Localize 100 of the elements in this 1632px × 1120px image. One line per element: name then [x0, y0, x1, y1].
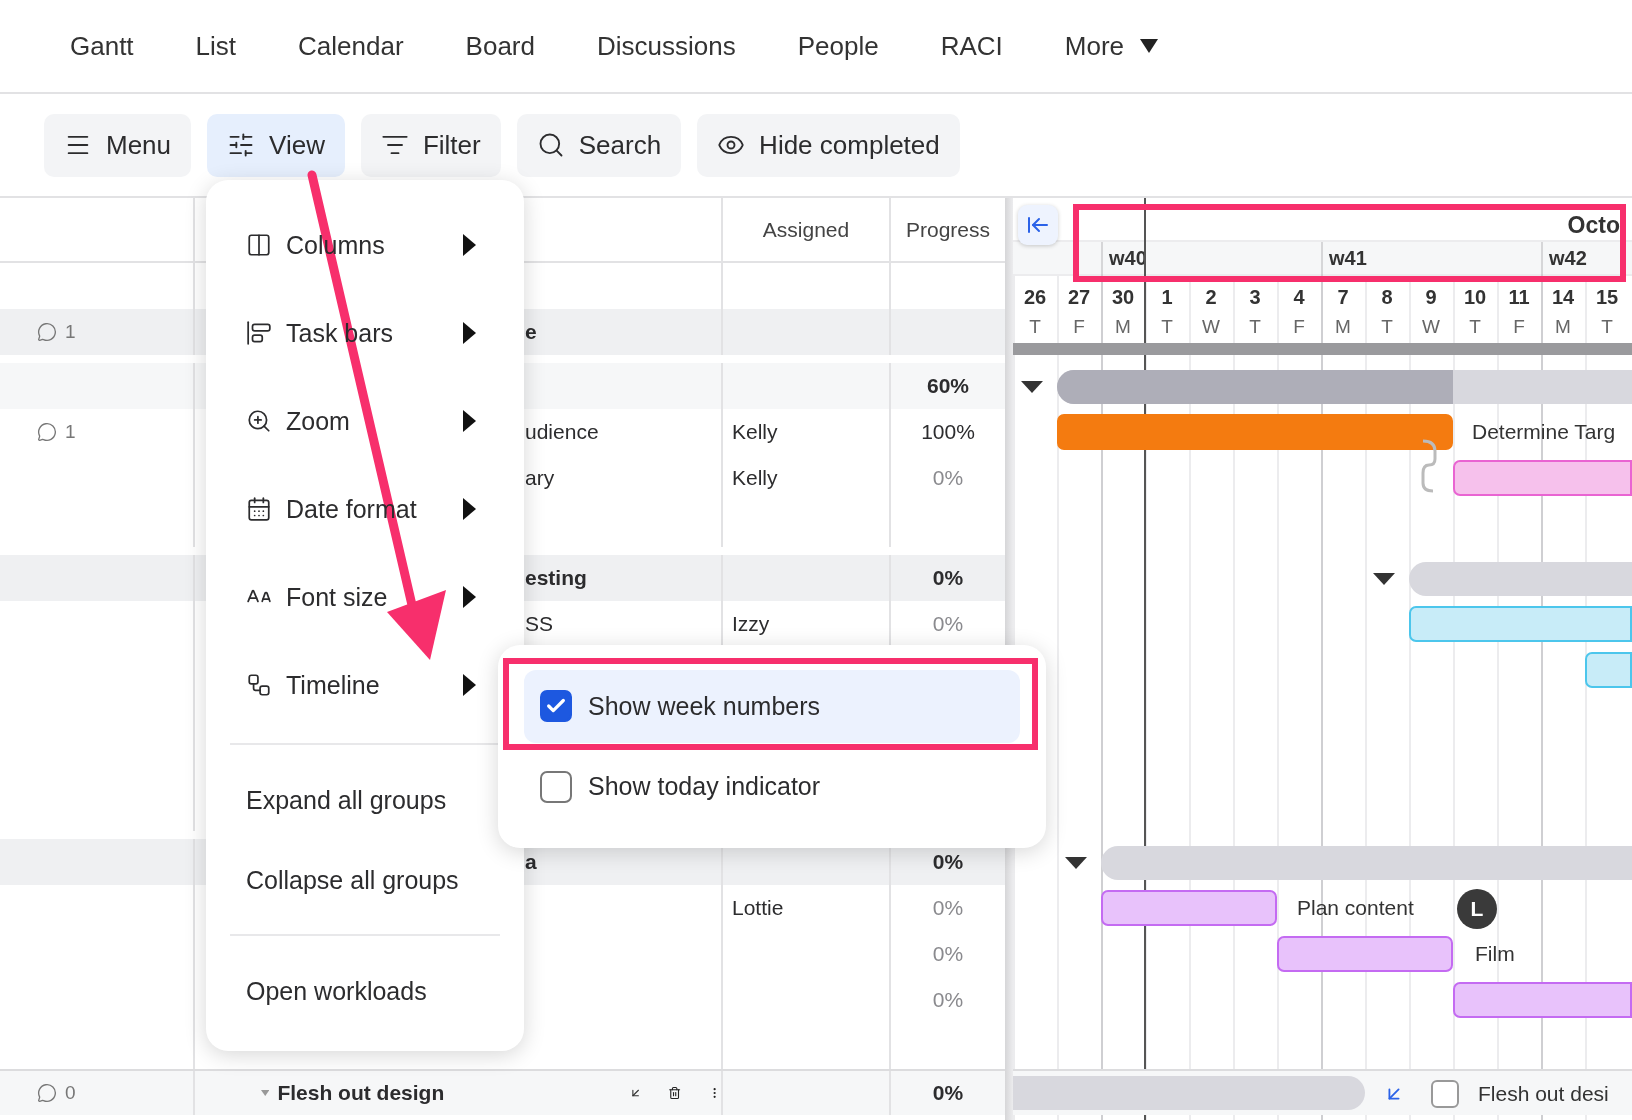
task-bar[interactable]: [1585, 652, 1632, 688]
nav-tab[interactable]: Discussions: [596, 30, 736, 62]
nav-tab[interactable]: RACI: [940, 30, 1003, 62]
collapse-caret-icon[interactable]: [1021, 381, 1043, 393]
weekday-letter: T: [1249, 316, 1261, 338]
column-header: Assigned: [762, 217, 850, 242]
weekday-letter: W: [1202, 316, 1220, 338]
progress-value: 0%: [932, 896, 964, 920]
day-number: 8: [1381, 285, 1393, 309]
nav-tab[interactable]: Calendar: [298, 30, 404, 62]
menu-item[interactable]: Font size: [206, 553, 496, 641]
menu-item[interactable]: Expand all groups: [206, 760, 496, 840]
weekday-letter: F: [1073, 316, 1085, 338]
collapse-caret-icon[interactable]: [1373, 573, 1395, 585]
task-name: Flesh out design: [277, 1081, 445, 1105]
task-bar[interactable]: [1101, 890, 1277, 926]
weekday-letter: T: [1469, 316, 1481, 338]
dropdown-caret-icon: [1140, 39, 1159, 53]
menu-item[interactable]: Zoom: [206, 377, 496, 465]
weekday-letter: W: [1422, 316, 1440, 338]
assignee-name: Kelly: [732, 420, 778, 444]
progress-value: 0%: [932, 850, 964, 874]
weekday-letter: T: [1029, 316, 1041, 338]
task-name: a: [525, 850, 537, 874]
day-number: 27: [1067, 285, 1091, 309]
day-number: 3: [1249, 285, 1261, 309]
comment-icon[interactable]: [37, 322, 57, 342]
progress-value: 0%: [932, 942, 964, 966]
day-number: 30: [1111, 285, 1135, 309]
progress-value: 0%: [932, 988, 964, 1012]
nav-tab[interactable]: Board: [465, 30, 535, 62]
week-number: w41: [1329, 246, 1367, 270]
submenu-arrow-icon: [463, 674, 476, 696]
progress-value: 0%: [932, 466, 964, 490]
task-name: e: [525, 320, 537, 344]
day-number: 9: [1425, 285, 1437, 309]
bar-label: Determine Targ: [1472, 420, 1616, 444]
assignee-name: Lottie: [732, 896, 784, 920]
menu-item[interactable]: Open workloads: [206, 951, 496, 1031]
task-name: esting: [525, 566, 587, 590]
day-number: 4: [1293, 285, 1305, 309]
menu-option[interactable]: Show today indicator: [524, 750, 1020, 823]
bar-label: Film: [1475, 942, 1515, 966]
progress-value: 0%: [932, 566, 964, 590]
menu-item[interactable]: Collapse all groups: [206, 840, 496, 920]
weekday-letter: T: [1381, 316, 1393, 338]
day-number: 26: [1023, 285, 1047, 309]
nav-tab[interactable]: People: [797, 30, 879, 62]
menu-item-icon: [246, 320, 272, 346]
submenu-arrow-icon: [463, 586, 476, 608]
weekday-letter: M: [1335, 316, 1351, 338]
bar-label: Flesh out desi: [1478, 1082, 1609, 1106]
assignee-name: Izzy: [732, 612, 770, 636]
day-number: 2: [1205, 285, 1217, 309]
nav-tab[interactable]: List: [195, 30, 237, 62]
day-number: 11: [1508, 285, 1530, 309]
progress-value: 60%: [927, 374, 969, 398]
checkbox[interactable]: [1431, 1080, 1459, 1108]
progress-value: 0%: [932, 612, 964, 636]
task-bar[interactable]: [1409, 606, 1632, 642]
checkbox[interactable]: [540, 770, 572, 803]
weekday-letter: T: [1161, 316, 1173, 338]
comment-count: 1: [65, 421, 76, 443]
menu-item-icon: [246, 672, 272, 698]
nav-tab[interactable]: More: [1064, 30, 1159, 62]
task-bar[interactable]: [1453, 460, 1632, 496]
view-button[interactable]: View: [207, 113, 345, 177]
search-button[interactable]: Search: [516, 113, 682, 177]
menu-item-icon: [246, 232, 272, 258]
menu-item-icon: [246, 408, 272, 434]
weekday-letter: T: [1601, 316, 1613, 338]
submenu-arrow-icon: [463, 498, 476, 520]
collapse-caret-icon[interactable]: [1065, 857, 1087, 869]
task-bar[interactable]: [1453, 982, 1632, 1018]
hide-button[interactable]: Hide completed: [697, 113, 960, 177]
menu-option[interactable]: Show week numbers: [524, 670, 1020, 743]
checkbox[interactable]: [540, 690, 572, 723]
column-header: Progress: [906, 217, 990, 242]
menu-button[interactable]: Menu: [44, 113, 192, 177]
day-number: 7: [1337, 285, 1349, 309]
filter-button[interactable]: Filter: [360, 113, 501, 177]
day-number: 1: [1161, 285, 1173, 309]
summary-bar[interactable]: [1057, 370, 1632, 404]
collapse-panel-button[interactable]: [1018, 205, 1058, 245]
submenu-arrow-icon: [463, 322, 476, 344]
submenu-arrow-icon: [463, 410, 476, 432]
weekday-letter: F: [1293, 316, 1305, 338]
day-number: 15: [1595, 285, 1619, 309]
comment-icon[interactable]: [37, 422, 57, 442]
weekday-letter: F: [1513, 316, 1525, 338]
task-name: ary: [525, 466, 555, 490]
task-bar[interactable]: [1277, 936, 1453, 972]
bar-label: Plan content: [1297, 896, 1414, 920]
menu-item[interactable]: Timeline: [206, 641, 496, 729]
comment-icon[interactable]: [37, 1083, 57, 1103]
comment-count: 1: [65, 321, 76, 343]
week-number: w42: [1549, 246, 1587, 270]
nav-tab[interactable]: Gantt: [70, 30, 134, 62]
comment-count: 0: [65, 1082, 76, 1104]
weekday-letter: M: [1115, 316, 1131, 338]
